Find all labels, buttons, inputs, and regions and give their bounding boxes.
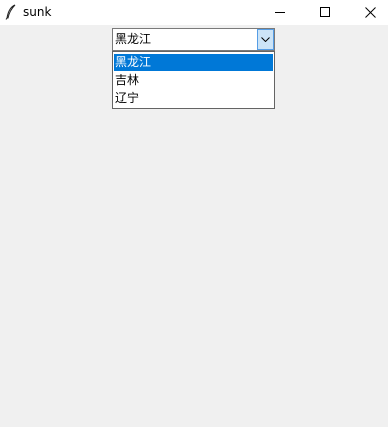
minimize-button[interactable] — [258, 0, 302, 25]
maximize-icon — [320, 7, 330, 17]
province-combobox[interactable]: 黑龙江 — [112, 28, 275, 51]
list-item-jilin[interactable]: 吉林 — [114, 72, 273, 89]
close-icon — [365, 7, 376, 18]
combobox-value: 黑龙江 — [115, 32, 152, 46]
minimize-icon — [275, 12, 285, 13]
maximize-button[interactable] — [303, 0, 347, 25]
chevron-down-icon — [261, 37, 270, 42]
combobox-dropdown-list: 黑龙江 吉林 辽宁 — [112, 51, 275, 109]
feather-icon — [4, 4, 18, 20]
close-button[interactable] — [348, 0, 388, 25]
window-title: sunk — [23, 5, 52, 19]
list-item-heilongjiang[interactable]: 黑龙江 — [114, 54, 273, 71]
combobox-arrow-button[interactable] — [257, 29, 274, 50]
list-item-liaoning[interactable]: 辽宁 — [114, 90, 273, 107]
title-bar[interactable]: sunk — [0, 0, 388, 25]
app-window: sunk 黑龙江 黑龙江 吉林 辽宁 — [0, 0, 388, 427]
